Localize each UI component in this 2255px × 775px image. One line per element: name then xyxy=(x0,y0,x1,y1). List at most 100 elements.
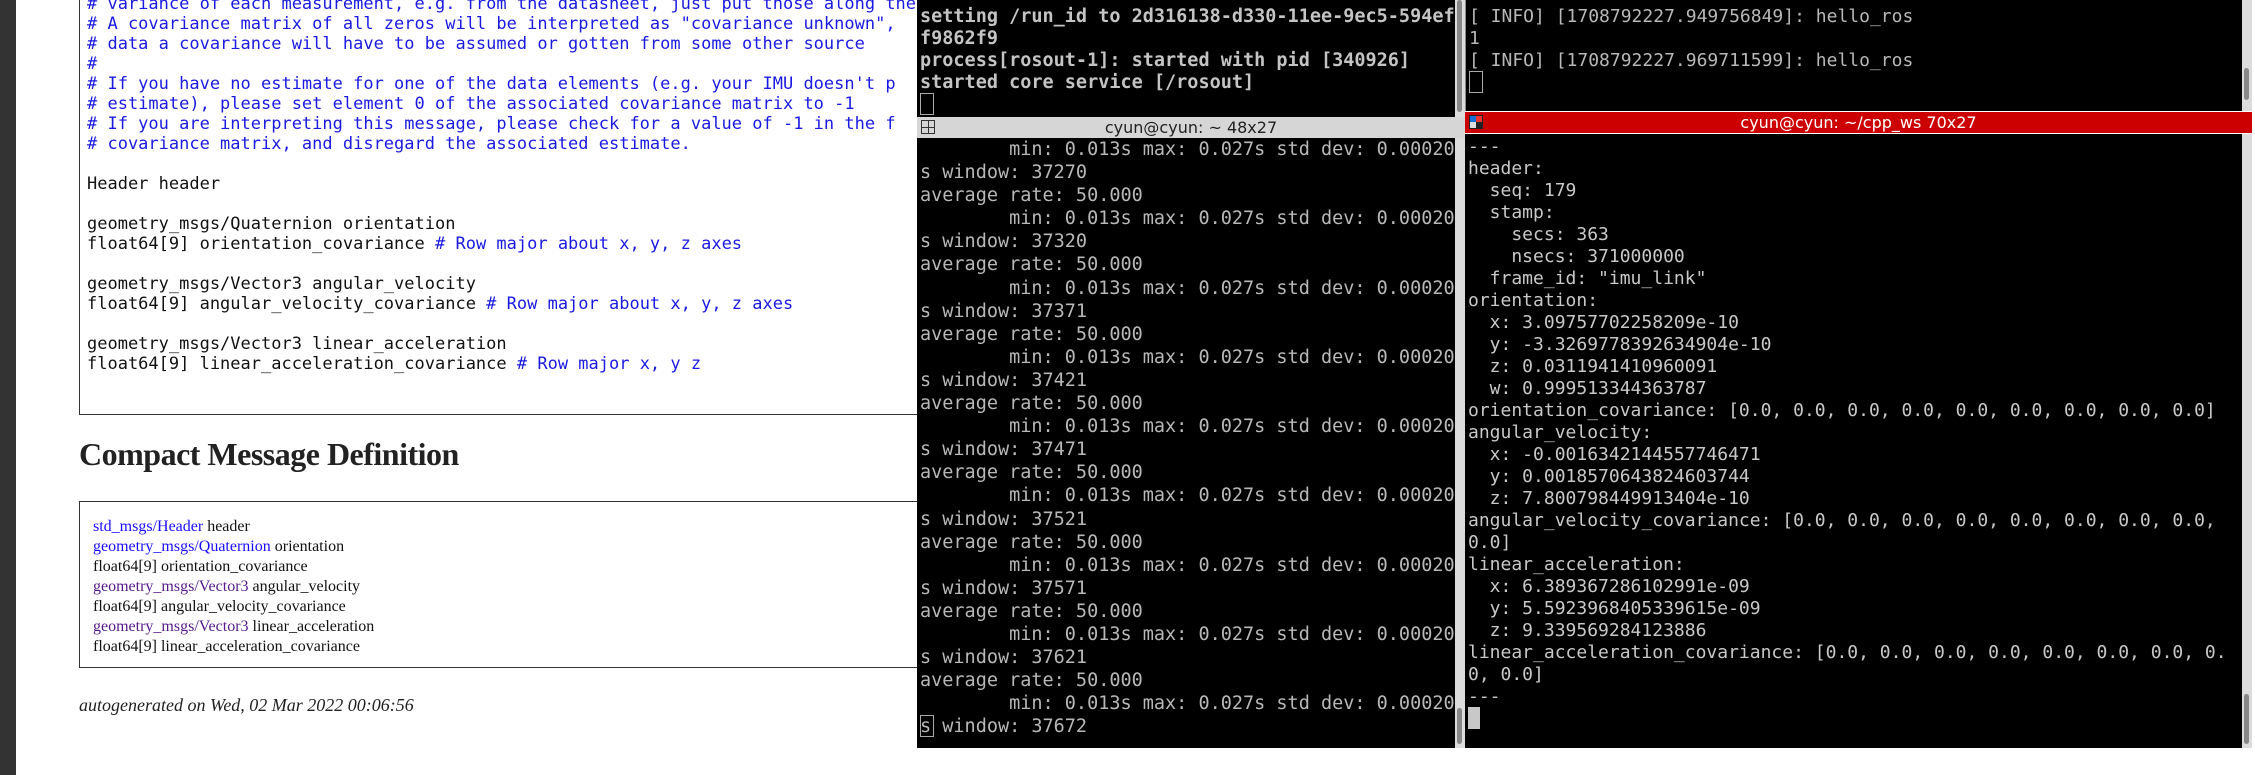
compact-message-definition: std_msgs/Header header geometry_msgs/Quat… xyxy=(93,517,374,657)
compact-message-definition-heading: Compact Message Definition xyxy=(79,436,459,472)
terminal-line: average rate: 50.000 xyxy=(920,254,1143,276)
terminal-hz-scrollbar[interactable] xyxy=(1455,138,1465,748)
terminal-line: s window: 37371 xyxy=(920,300,1088,322)
terminal-line: s window: 37621 xyxy=(920,647,1088,669)
terminal-echo[interactable]: --- header: seq: 179 stamp: secs: 363 nse… xyxy=(1465,134,2242,748)
terminal-echo-scrollbar[interactable] xyxy=(2242,134,2252,748)
code-comment: # If you have no estimate for one of the… xyxy=(87,74,896,94)
field-text: orientation xyxy=(270,538,345,555)
code-line: # variance of each measurement, e.g. fro… xyxy=(87,0,916,14)
terminal-echo-titlebar[interactable]: cyun@cyun: ~/cpp_ws 70x27 xyxy=(1465,112,2252,133)
terminal-line: min: 0.013s max: 0.027s std dev: 0.00020 xyxy=(920,346,1455,368)
compact-line: geometry_msgs/Vector3 angular_velocity xyxy=(93,577,374,597)
scrollbar-thumb[interactable] xyxy=(1457,0,1462,112)
code-comment: # Row major about x, y, z axes xyxy=(486,294,794,314)
terminal-line: min: 0.013s max: 0.027s std dev: 0.00020 xyxy=(920,623,1455,645)
autogenerated-footer: autogenerated on Wed, 02 Mar 2022 00:06:… xyxy=(79,695,414,715)
terminal-roscore[interactable]: setting /run_id to 2d316138-d330-11ee-9e… xyxy=(917,0,1455,117)
code-line: # If you have no estimate for one of the… xyxy=(87,74,916,94)
terminal-line: linear_acceleration_covariance: [0.0, 0.… xyxy=(1468,642,2227,663)
terminal-line: frame_id: "imu_link" xyxy=(1468,268,1707,289)
code-line: float64[9] angular_velocity_covariance #… xyxy=(87,294,916,314)
terminal-line: z: 9.339569284123886 xyxy=(1468,620,1707,641)
compact-line: float64[9] orientation_covariance xyxy=(93,557,374,577)
scrollbar-thumb[interactable] xyxy=(2244,694,2249,744)
terminal-hz[interactable]: min: 0.013s max: 0.027s std dev: 0.00020… xyxy=(917,138,1455,748)
terminal-line: min: 0.013s max: 0.027s std dev: 0.00020 xyxy=(920,208,1455,230)
code-comment: # xyxy=(87,54,98,74)
terminal-line: process[rosout-1]: started with pid [340… xyxy=(920,50,1411,71)
terminal-line: x: 3.09757702258209e-10 xyxy=(1468,312,1739,333)
code-line: geometry_msgs/Vector3 angular_velocity xyxy=(87,274,916,294)
field-text: linear_acceleration xyxy=(248,618,375,635)
code-line: # xyxy=(87,54,916,74)
terminal-line: [ INFO] [1708792227.969711599]: hello_ro… xyxy=(1469,50,1914,71)
terminal-hz-titlebar[interactable]: cyun@cyun: ~ 48x27 xyxy=(917,117,1465,138)
terminal-line: min: 0.013s max: 0.027s std dev: 0.00020 xyxy=(920,554,1455,576)
code-line: float64[9] orientation_covariance # Row … xyxy=(87,234,916,254)
compact-message-definition-box: std_msgs/Header header geometry_msgs/Quat… xyxy=(79,501,918,668)
scrollbar-thumb[interactable] xyxy=(1457,708,1462,744)
code-line: geometry_msgs/Quaternion orientation xyxy=(87,214,916,234)
field-text: float64[9] linear_acceleration_covarianc… xyxy=(93,638,360,655)
terminal-line: linear_acceleration: xyxy=(1468,554,1685,575)
terminal-line: y: -3.3269778392634904e-10 xyxy=(1468,334,1772,355)
terminal-line: average rate: 50.000 xyxy=(920,393,1143,415)
terminal-line: header: xyxy=(1468,158,1544,179)
terminal-line: average rate: 50.000 xyxy=(920,185,1143,207)
terminal-talker-scrollbar[interactable] xyxy=(2242,0,2252,111)
code-text: float64[9] angular_velocity_covariance xyxy=(87,294,487,314)
raw-message-definition-box: # If the covariance of the measurement i… xyxy=(79,0,918,415)
field-text: header xyxy=(203,518,250,535)
terminal-line: started core service [/rosout] xyxy=(920,72,1255,93)
code-text: geometry_msgs/Vector3 linear_acceleratio… xyxy=(87,334,507,354)
compact-line: std_msgs/Header header xyxy=(93,517,374,537)
terminal-menu-icon[interactable] xyxy=(921,120,935,134)
code-text: geometry_msgs/Vector3 angular_velocity xyxy=(87,274,476,294)
code-comment: # If you are interpreting this message, … xyxy=(87,114,896,134)
desktop-left-edge xyxy=(0,0,16,775)
terminal-menu-icon[interactable] xyxy=(1469,115,1483,129)
terminal-roscore-scrollbar[interactable] xyxy=(1455,0,1465,117)
code-line: # If you are interpreting this message, … xyxy=(87,114,916,134)
terminal-line: min: 0.013s max: 0.027s std dev: 0.00020 xyxy=(920,416,1455,438)
compact-line: float64[9] angular_velocity_covariance xyxy=(93,597,374,617)
terminal-line: --- xyxy=(1468,136,1501,157)
code-text: Header header xyxy=(87,174,221,194)
terminal-line: s window: 37270 xyxy=(920,162,1088,184)
field-text: angular_velocity xyxy=(248,578,361,595)
terminal-line: orientation_covariance: [0.0, 0.0, 0.0, … xyxy=(1468,400,2216,421)
code-comment: # data a covariance will have to be assu… xyxy=(87,34,865,54)
type-link[interactable]: geometry_msgs/Vector3 xyxy=(93,578,249,595)
terminal-line: 0.0] xyxy=(1468,532,1512,553)
field-text: float64[9] orientation_covariance xyxy=(93,558,308,575)
terminal-line: min: 0.013s max: 0.027s std dev: 0.00020 xyxy=(920,693,1455,715)
code-line: # A covariance matrix of all zeros will … xyxy=(87,14,916,34)
compact-line: geometry_msgs/Quaternion orientation xyxy=(93,537,374,557)
terminal-line: seq: 179 xyxy=(1468,180,1577,201)
type-link[interactable]: geometry_msgs/Quaternion xyxy=(93,538,271,555)
terminal-line: f9862f9 xyxy=(920,28,998,49)
type-link[interactable]: geometry_msgs/Vector3 xyxy=(93,618,249,635)
browser-page-imu-msg-doc: # If the covariance of the measurement i… xyxy=(16,0,918,775)
terminal-line: [ INFO] [1708792227.949756849]: hello_ro… xyxy=(1469,6,1914,27)
terminal-line: y: 0.0018570643824603744 xyxy=(1468,466,1750,487)
code-comment: # Row major about x, y, z axes xyxy=(435,234,743,254)
terminal-output: --- header: seq: 179 stamp: secs: 363 nse… xyxy=(1468,136,2227,708)
terminal-talker[interactable]: [ INFO] [1708792227.949756849]: hello_ro… xyxy=(1465,0,2243,111)
terminal-line: x: 6.389367286102991e-09 xyxy=(1468,576,1750,597)
type-link[interactable]: std_msgs/Header xyxy=(93,518,203,535)
terminal-line: orientation: xyxy=(1468,290,1599,311)
terminal-line: z: 7.800798449913404e-10 xyxy=(1468,488,1750,509)
code-line: # estimate), please set element 0 of the… xyxy=(87,94,916,114)
scrollbar-thumb[interactable] xyxy=(2244,68,2249,100)
terminal-cursor xyxy=(920,93,934,115)
terminal-line: average rate: 50.000 xyxy=(920,462,1143,484)
terminal-line: average rate: 50.000 xyxy=(920,600,1143,622)
terminal-line: 0, 0.0] xyxy=(1468,664,1544,685)
code-comment: # variance of each measurement, e.g. fro… xyxy=(87,0,917,14)
code-line: # covariance matrix, and disregard the a… xyxy=(87,134,916,154)
